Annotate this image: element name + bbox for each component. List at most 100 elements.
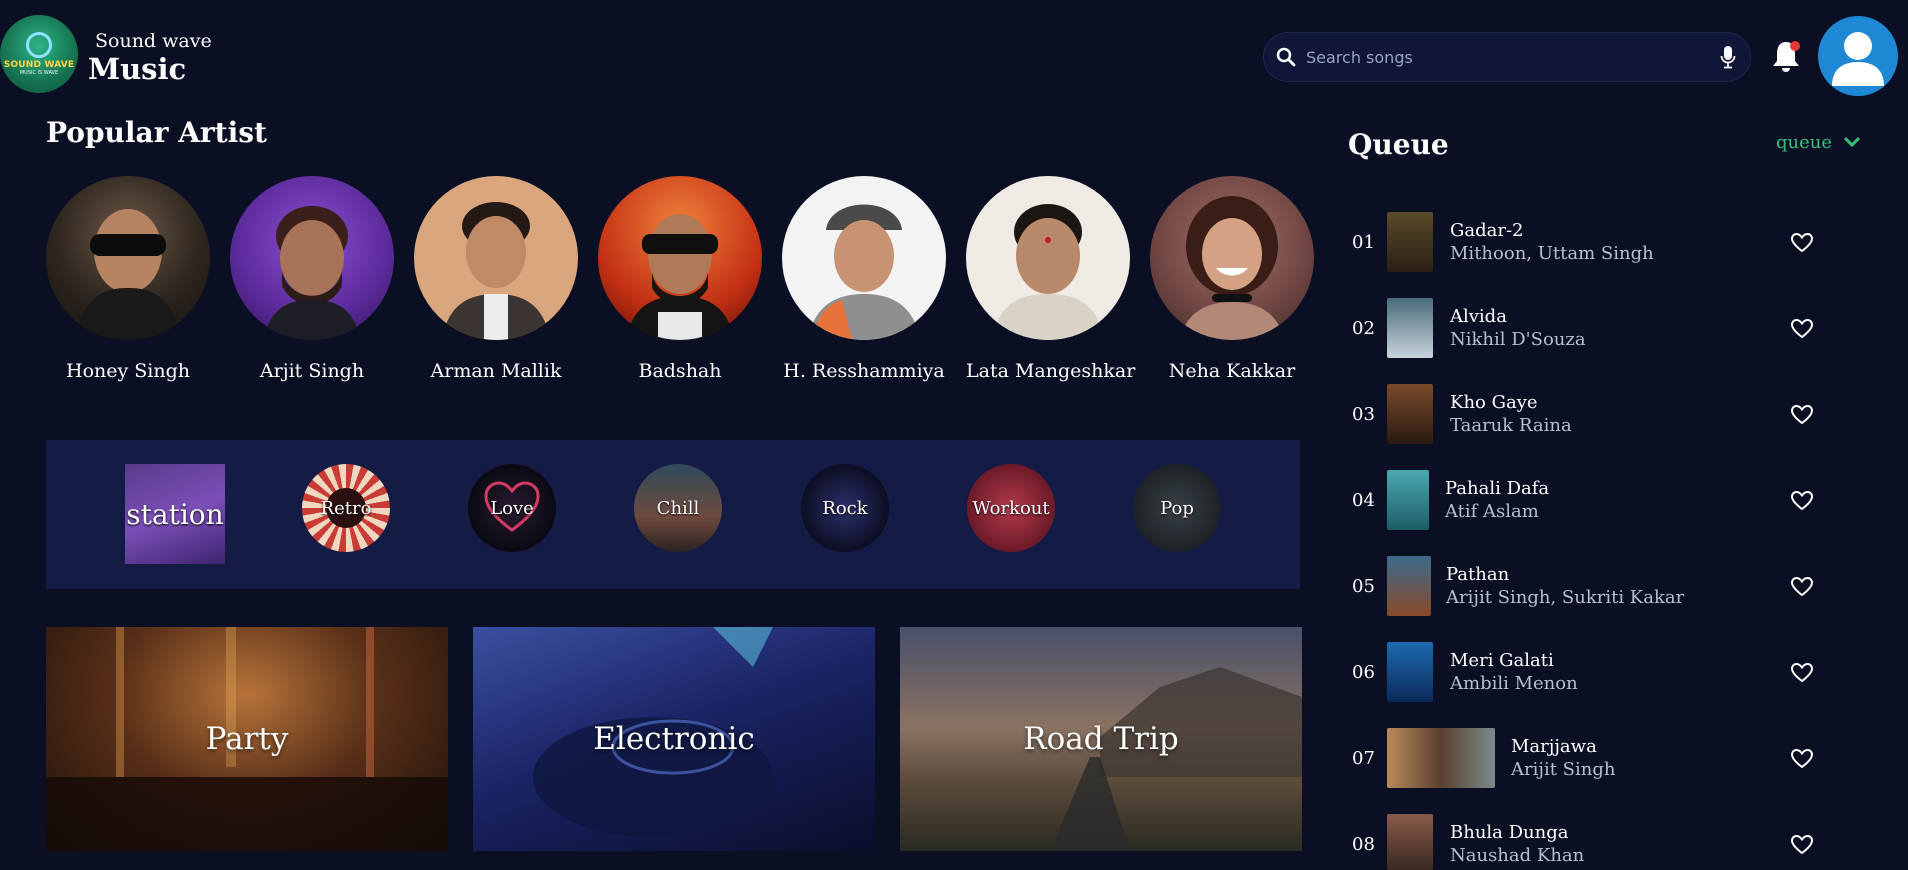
heart-icon[interactable] bbox=[1791, 835, 1813, 855]
album-thumb bbox=[1387, 642, 1433, 702]
song-artist: Nikhil D'Souza bbox=[1450, 329, 1586, 350]
song-artist: Taaruk Raina bbox=[1450, 415, 1572, 436]
album-thumb bbox=[1387, 556, 1431, 616]
album-thumb bbox=[1387, 814, 1433, 870]
mood-label: Electronic bbox=[593, 721, 755, 757]
genre-label: station bbox=[126, 497, 224, 531]
song-artist: Mithoon, Uttam Singh bbox=[1450, 243, 1654, 264]
mood-card-party[interactable]: Party bbox=[46, 627, 448, 851]
logo-tagline: MUSIC IS WAVE bbox=[19, 70, 59, 76]
artist-photo bbox=[46, 176, 210, 340]
search-icon[interactable] bbox=[1276, 47, 1296, 67]
app-header: SOUND WAVE MUSIC IS WAVE Sound wave Musi… bbox=[0, 0, 1908, 112]
heart-icon[interactable] bbox=[1791, 319, 1813, 339]
artist-photo bbox=[782, 176, 946, 340]
queue-dropdown[interactable]: queue bbox=[1776, 132, 1832, 153]
album-thumb bbox=[1387, 384, 1433, 444]
queue-number: 04 bbox=[1352, 490, 1375, 511]
queue-number: 07 bbox=[1352, 748, 1375, 769]
song-artist: Naushad Khan bbox=[1450, 845, 1585, 866]
song-artist: Arijit Singh bbox=[1511, 759, 1616, 780]
song-title: Bhula Dunga bbox=[1450, 822, 1569, 843]
artist-photo bbox=[1150, 176, 1314, 340]
bell-icon[interactable] bbox=[1770, 38, 1802, 74]
heart-icon[interactable] bbox=[1791, 577, 1813, 597]
genre-retro[interactable]: Retro bbox=[302, 464, 390, 552]
genre-label: Workout bbox=[972, 497, 1050, 519]
queue-number: 01 bbox=[1352, 232, 1375, 253]
artist-card[interactable]: Lata Mangeshkar bbox=[966, 176, 1136, 382]
heart-icon[interactable] bbox=[1791, 233, 1813, 253]
artist-name: Neha Kakkar bbox=[1168, 360, 1296, 382]
queue-row[interactable]: 04 Pahali Dafa Atif Aslam bbox=[1340, 470, 1860, 530]
genre-chill[interactable]: Chill bbox=[634, 464, 722, 552]
heart-icon[interactable] bbox=[1791, 749, 1813, 769]
artist-card[interactable]: Arman Mallik bbox=[414, 176, 578, 382]
genre-label: Pop bbox=[1160, 497, 1194, 519]
artist-card[interactable]: Honey Singh bbox=[46, 176, 210, 382]
artist-photo bbox=[230, 176, 394, 340]
queue-row[interactable]: 05 Pathan Arijit Singh, Sukriti Kakar bbox=[1340, 556, 1860, 616]
artist-name: Arman Mallik bbox=[430, 360, 562, 382]
queue-row[interactable]: 02 Alvida Nikhil D'Souza bbox=[1340, 298, 1860, 358]
genre-workout[interactable]: Workout bbox=[967, 464, 1055, 552]
genre-love[interactable]: Love bbox=[468, 464, 556, 552]
queue-title: Queue bbox=[1348, 128, 1449, 161]
artist-name: Lata Mangeshkar bbox=[966, 360, 1136, 382]
artist-name: H. Resshammiya bbox=[783, 360, 945, 382]
chevron-down-icon[interactable] bbox=[1842, 134, 1862, 150]
artist-card[interactable]: Badshah bbox=[598, 176, 762, 382]
song-title: Pahali Dafa bbox=[1445, 478, 1550, 499]
artist-card[interactable]: Neha Kakkar bbox=[1150, 176, 1314, 382]
genre-station[interactable]: station bbox=[125, 464, 225, 564]
song-artist: Ambili Menon bbox=[1450, 673, 1578, 694]
artist-photo bbox=[598, 176, 762, 340]
queue-number: 05 bbox=[1352, 576, 1375, 597]
user-avatar-icon[interactable] bbox=[1818, 16, 1898, 96]
queue-row[interactable]: 01 Gadar-2 Mithoon, Uttam Singh bbox=[1340, 212, 1860, 272]
genre-label: Retro bbox=[320, 497, 372, 519]
brand-title: Music bbox=[88, 52, 187, 86]
artist-name: Badshah bbox=[638, 360, 722, 382]
mic-icon[interactable] bbox=[1720, 45, 1736, 69]
queue-number: 02 bbox=[1352, 318, 1375, 339]
brand-subtitle: Sound wave bbox=[95, 30, 212, 52]
artist-card[interactable]: Arjit Singh bbox=[230, 176, 394, 382]
artist-card[interactable]: H. Resshammiya bbox=[782, 176, 946, 382]
mood-card-electronic[interactable]: Electronic bbox=[473, 627, 875, 851]
queue-row[interactable]: 07 Marjjawa Arijit Singh bbox=[1340, 728, 1860, 788]
song-title: Pathan bbox=[1446, 564, 1510, 585]
queue-number: 06 bbox=[1352, 662, 1375, 683]
mood-card-road-trip[interactable]: Road Trip bbox=[900, 627, 1302, 851]
song-artist: Arijit Singh, Sukriti Kakar bbox=[1446, 587, 1685, 608]
album-thumb bbox=[1387, 298, 1433, 358]
artist-photo bbox=[966, 176, 1130, 340]
song-title: Kho Gaye bbox=[1450, 392, 1538, 413]
heart-icon[interactable] bbox=[1791, 491, 1813, 511]
album-thumb bbox=[1387, 728, 1495, 788]
album-thumb bbox=[1387, 212, 1433, 272]
heart-icon[interactable] bbox=[1791, 405, 1813, 425]
queue-row[interactable]: 08 Bhula Dunga Naushad Khan bbox=[1340, 814, 1860, 870]
heart-icon[interactable] bbox=[1791, 663, 1813, 683]
album-thumb bbox=[1387, 470, 1429, 530]
genre-pop[interactable]: Pop bbox=[1133, 464, 1221, 552]
song-title: Meri Galati bbox=[1450, 650, 1554, 671]
song-title: Alvida bbox=[1450, 306, 1507, 327]
mood-label: Party bbox=[205, 721, 289, 757]
genre-rock[interactable]: Rock bbox=[801, 464, 889, 552]
artist-name: Honey Singh bbox=[66, 360, 190, 382]
logo-text: SOUND WAVE bbox=[3, 60, 75, 70]
song-title: Marjjawa bbox=[1511, 736, 1597, 757]
queue-number: 08 bbox=[1352, 834, 1375, 855]
queue-row[interactable]: 03 Kho Gaye Taaruk Raina bbox=[1340, 384, 1860, 444]
sound-wave-logo[interactable]: SOUND WAVE MUSIC IS WAVE bbox=[0, 15, 78, 93]
mood-label: Road Trip bbox=[1023, 721, 1179, 757]
song-artist: Atif Aslam bbox=[1445, 501, 1539, 522]
genre-label: Love bbox=[490, 497, 534, 519]
queue-row[interactable]: 06 Meri Galati Ambili Menon bbox=[1340, 642, 1860, 702]
genre-label: Rock bbox=[822, 497, 868, 519]
artist-photo bbox=[414, 176, 578, 340]
search-input[interactable] bbox=[1306, 37, 1706, 77]
genre-label: Chill bbox=[656, 497, 700, 519]
